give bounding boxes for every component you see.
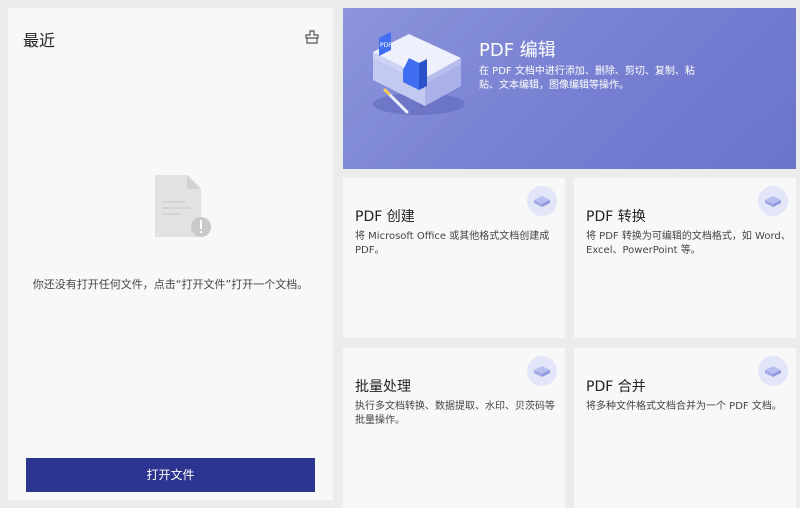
empty-recent-message: 你还没有打开任何文件，点击“打开文件”打开一个文档。 <box>32 278 309 291</box>
pdf-badge-text: PDF <box>380 42 392 49</box>
pdf-convert-card[interactable]: PDF 转换 将 PDF 转换为可编辑的文档格式，如 Word、Excel、Po… <box>574 178 796 338</box>
pdf-stack-illustration-icon: PDF <box>373 32 465 115</box>
card-description: 将 Microsoft Office 或其他格式文档创建成 PDF。 <box>355 231 550 256</box>
batch-icon <box>527 356 557 386</box>
card-title: 批量处理 <box>355 379 411 395</box>
combine-icon <box>758 356 788 386</box>
hero-description: 在 PDF 文档中进行添加、删除、剪切、复制、粘贴、文本编辑，图像编辑等操作。 <box>479 66 695 91</box>
batch-process-card[interactable]: 批量处理 执行多文档转换、数据提取、水印、贝茨码等批量操作。 <box>343 348 565 508</box>
card-description: 将 PDF 转换为可编辑的文档格式，如 Word、Excel、PowerPoin… <box>586 231 791 256</box>
clear-recent-icon[interactable] <box>305 30 319 44</box>
card-description: 将多种文件格式文档合并为一个 PDF 文档。 <box>586 401 782 412</box>
open-file-button[interactable]: 打开文件 <box>26 458 315 492</box>
recent-title: 最近 <box>23 31 56 50</box>
pdf-combine-card[interactable]: PDF 合并 将多种文件格式文档合并为一个 PDF 文档。 <box>574 348 796 508</box>
card-title: PDF 转换 <box>586 209 646 225</box>
convert-icon <box>758 186 788 216</box>
pdf-create-card[interactable]: PDF 创建 将 Microsoft Office 或其他格式文档创建成 PDF… <box>343 178 565 338</box>
hero-title: PDF 编辑 <box>479 40 556 61</box>
pdf-edit-hero-card[interactable]: PDF PDF 编辑 在 PDF 文档中进行添加、删除、剪切、复制、粘贴、文本编… <box>343 8 796 169</box>
card-title: PDF 合并 <box>586 379 646 395</box>
recent-panel: 最近 你还没有打开任何文件，点击“打开文件”打开一个文档。 打开文件 <box>8 8 333 500</box>
create-icon <box>527 186 557 216</box>
card-title: PDF 创建 <box>355 209 415 225</box>
empty-document-icon <box>155 175 211 237</box>
card-description: 执行多文档转换、数据提取、水印、贝茨码等批量操作。 <box>355 401 555 426</box>
